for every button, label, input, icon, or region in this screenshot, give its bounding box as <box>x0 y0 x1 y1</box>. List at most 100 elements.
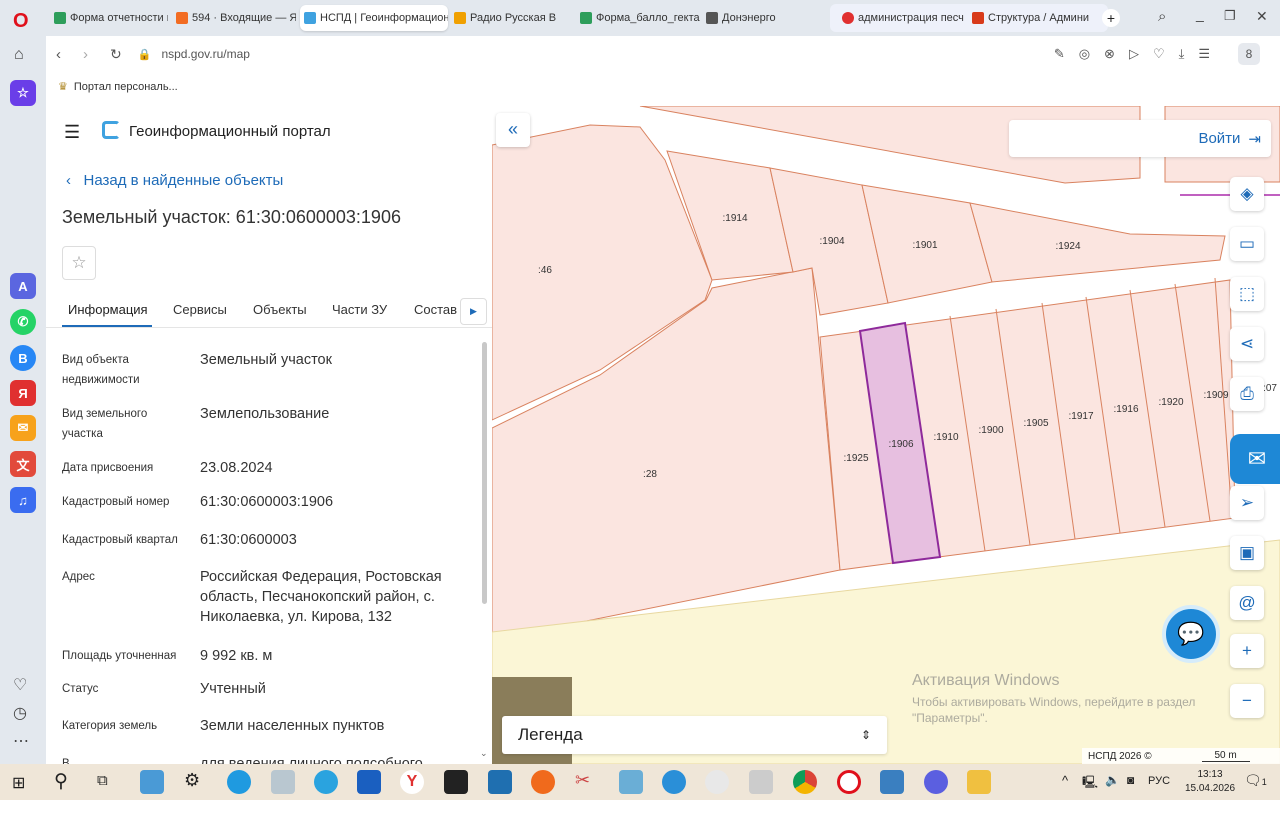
clock[interactable]: 13:13 15.04.2026 <box>1180 768 1240 796</box>
opera-icon[interactable] <box>837 770 861 794</box>
notifications-icon[interactable]: 🗨1 <box>1244 772 1267 789</box>
language-indicator[interactable]: РУС <box>1148 775 1170 787</box>
taskbar-app-icon[interactable] <box>488 770 512 794</box>
minimize-button[interactable]: _ <box>1196 6 1204 22</box>
terminal-icon[interactable] <box>444 770 468 794</box>
area-select-button[interactable]: ⬚ <box>1230 277 1264 311</box>
edge-icon[interactable] <box>227 770 251 794</box>
tab-parts[interactable]: Части ЗУ <box>332 302 387 317</box>
tab-services[interactable]: Сервисы <box>173 302 227 317</box>
ruler-button[interactable]: ▭ <box>1230 227 1264 261</box>
browser-tab[interactable]: Донэнерго <box>702 5 812 31</box>
back-icon[interactable]: ‹ <box>56 46 61 63</box>
chrome-icon[interactable] <box>793 770 817 794</box>
url-input[interactable]: nspd.gov.ru/map <box>161 47 250 61</box>
collapse-panel-button[interactable]: « <box>496 113 530 147</box>
tab-favicon-icon <box>706 12 718 24</box>
lock-icon: 🔒 <box>137 48 152 61</box>
print-button[interactable]: ⎙ <box>1230 377 1264 411</box>
search-icon[interactable]: ⚲ <box>54 770 68 793</box>
tab-information[interactable]: Информация <box>68 302 148 317</box>
back-to-results-link[interactable]: ‹ Назад в найденные объекты <box>66 172 283 189</box>
yandex-icon[interactable]: Я <box>10 380 36 406</box>
zoom-in-button[interactable]: + <box>1230 634 1264 668</box>
share-button[interactable]: ⋖ <box>1230 327 1264 361</box>
taskbar-app-icon[interactable] <box>924 770 948 794</box>
tab-composition[interactable]: Состав <box>414 302 457 317</box>
parcel-label: :1900 <box>978 425 1003 436</box>
ie-icon[interactable] <box>662 770 686 794</box>
settings-icon[interactable]: ⚙ <box>184 770 208 794</box>
opera-logo-icon[interactable]: O <box>13 10 29 33</box>
tab-favicon-icon <box>972 12 984 24</box>
history-icon[interactable]: ◷ <box>13 703 27 723</box>
more-icon[interactable]: ⋯ <box>13 731 29 751</box>
maximize-button[interactable]: ❐ <box>1224 8 1236 24</box>
yandex-browser-icon[interactable]: Y <box>400 770 424 794</box>
minimap-button[interactable]: ▣ <box>1230 536 1264 570</box>
parcel-label: :1920 <box>1158 397 1183 408</box>
taskbar-app-icon[interactable] <box>749 770 773 794</box>
volume-icon[interactable]: 🔈 <box>1105 773 1120 787</box>
taskbar-app-icon[interactable] <box>619 770 643 794</box>
address-bar: ‹ › ↻ 🔒 nspd.gov.ru/map ✎◎⊗▷♡⤓☰ 8 <box>46 38 1268 70</box>
taskbar-app-icon[interactable] <box>271 770 295 794</box>
scroll-down-icon[interactable]: ⌄ <box>480 748 488 759</box>
zoom-out-button[interactable]: − <box>1230 684 1264 718</box>
legend-dropdown[interactable]: Легенда ⇕ <box>502 716 887 754</box>
browser-tab[interactable]: 594 · Входящие — Я <box>172 5 296 31</box>
menu-icon[interactable]: ☰ <box>64 122 80 143</box>
taskbar-app-icon[interactable]: ✂ <box>575 770 599 794</box>
whatsapp-icon[interactable]: ✆ <box>10 309 36 335</box>
start-icon[interactable]: ⊞ <box>12 773 25 793</box>
taskbar-app-icon[interactable] <box>705 770 729 794</box>
browser-tab[interactable]: администрация песч <box>838 5 964 31</box>
extensions-icon[interactable]: ☆ <box>10 80 36 106</box>
login-button[interactable]: Войти ⇥ <box>1009 120 1271 157</box>
scrollbar-thumb[interactable] <box>482 342 487 604</box>
network-icon[interactable]: 🖳 <box>1082 773 1098 794</box>
browser-tab[interactable]: Структура / Админи <box>968 5 1094 31</box>
layers-button[interactable]: ◈ <box>1230 177 1264 211</box>
browser-tab[interactable]: Форма отчетности п <box>50 5 168 31</box>
vk-icon[interactable]: В <box>10 345 36 371</box>
document-tool-button[interactable]: ✉ <box>1230 434 1280 484</box>
chevron-updown-icon: ⇕ <box>860 728 871 742</box>
tabs-scroll-right-button[interactable]: ▶ <box>460 298 487 325</box>
browser-tab[interactable]: Радио Русская В <box>450 5 574 31</box>
close-window-button[interactable]: ✕ <box>1256 8 1268 25</box>
home-icon[interactable]: ⌂ <box>14 46 24 64</box>
taskbar-app-icon[interactable] <box>880 770 904 794</box>
map-canvas[interactable]: :46 :28 :1914 :1904 :1901 :1924 :1925 :1… <box>492 106 1280 764</box>
taskbar-app-icon[interactable] <box>140 770 164 794</box>
tab-objects[interactable]: Объекты <box>253 302 307 317</box>
favorite-star-button[interactable]: ☆ <box>62 246 96 280</box>
outlook-icon[interactable] <box>357 770 381 794</box>
browser-tab-active[interactable]: НСПД | Геоинформацион <box>300 5 448 31</box>
music-icon[interactable]: ♫ <box>10 487 36 513</box>
address-search-button[interactable]: @ <box>1230 586 1264 620</box>
new-tab-button[interactable]: + <box>1102 9 1120 27</box>
tab-favicon-icon <box>176 12 188 24</box>
forward-icon[interactable]: › <box>83 46 88 63</box>
tray-overflow-icon[interactable]: ^ <box>1062 773 1068 788</box>
firefox-icon[interactable] <box>531 770 555 794</box>
parcel-label: :1910 <box>933 432 958 443</box>
file-explorer-icon[interactable] <box>967 770 991 794</box>
favorites-icon[interactable]: ♡ <box>13 675 27 695</box>
bookmark-item[interactable]: Портал персональ... <box>74 81 178 93</box>
mail-icon[interactable]: ✉ <box>10 415 36 441</box>
chat-button[interactable]: 💬 <box>1162 605 1220 663</box>
aria-icon[interactable]: A <box>10 273 36 299</box>
telegram-icon[interactable] <box>314 770 338 794</box>
reload-icon[interactable]: ↻ <box>110 46 122 63</box>
task-view-icon[interactable]: ⧉ <box>97 772 108 789</box>
translate-icon[interactable]: 文 <box>10 451 36 477</box>
geolocation-button[interactable]: ➢ <box>1230 486 1264 520</box>
address-bar-actions[interactable]: ✎◎⊗▷♡⤓☰ <box>1054 46 1224 62</box>
profile-icon[interactable]: 8 <box>1238 43 1260 65</box>
browser-tab[interactable]: Форма_балло_гекта <box>576 5 700 31</box>
search-tabs-icon[interactable]: ⌕ <box>1158 8 1166 25</box>
camera-icon[interactable]: ◙ <box>1127 773 1134 787</box>
parcel-label: :1909 <box>1203 390 1228 401</box>
